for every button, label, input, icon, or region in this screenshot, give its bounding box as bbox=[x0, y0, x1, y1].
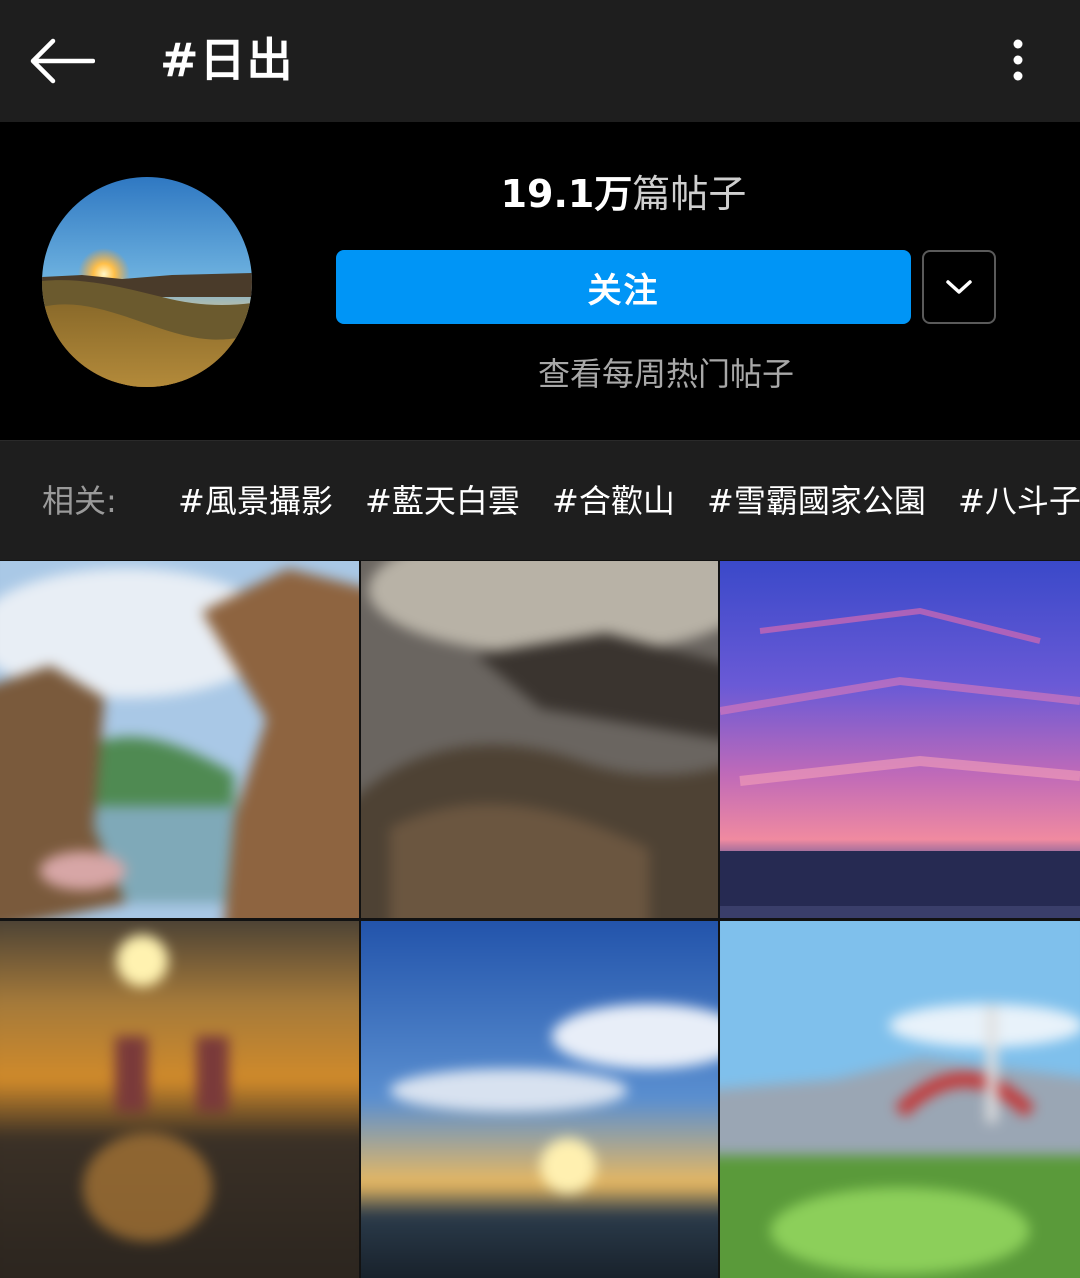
related-label: 相关: bbox=[42, 482, 117, 520]
post-thumbnail[interactable] bbox=[720, 921, 1080, 1278]
post-count-unit: 篇帖子 bbox=[632, 172, 747, 216]
top-bar: #日出 bbox=[0, 0, 1080, 122]
related-tag[interactable]: #風景攝影 bbox=[178, 477, 333, 525]
follow-options-button[interactable] bbox=[922, 250, 996, 324]
page-title: #日出 bbox=[160, 33, 294, 87]
post-count-value: 19.1万 bbox=[500, 172, 633, 216]
post-thumbnail[interactable] bbox=[0, 921, 359, 1278]
post-count: 19.1万篇帖子 bbox=[336, 166, 911, 222]
post-thumbnail[interactable] bbox=[0, 561, 359, 918]
post-thumbnail[interactable] bbox=[361, 921, 718, 1278]
related-tag[interactable]: #藍天白雲 bbox=[365, 477, 520, 525]
related-tags-bar: 相关: #風景攝影 #藍天白雲 #合歡山 #雪霸國家公園 #八斗子 bbox=[0, 440, 1080, 560]
follow-button[interactable]: 关注 bbox=[336, 250, 911, 324]
weekly-top-posts-link[interactable]: 查看每周热门帖子 bbox=[336, 350, 996, 398]
chevron-down-icon bbox=[946, 280, 972, 294]
post-thumbnail[interactable] bbox=[361, 561, 718, 918]
related-tag[interactable]: #雪霸國家公園 bbox=[707, 477, 926, 525]
arrow-left-icon bbox=[30, 38, 95, 84]
more-options-button[interactable] bbox=[996, 28, 1040, 92]
post-grid bbox=[0, 561, 1080, 1278]
related-tag[interactable]: #合歡山 bbox=[552, 477, 675, 525]
related-tag[interactable]: #八斗子 bbox=[958, 477, 1080, 525]
hashtag-header: 19.1万篇帖子 关注 查看每周热门帖子 bbox=[0, 122, 1080, 440]
post-thumbnail[interactable] bbox=[720, 561, 1080, 918]
more-vertical-icon bbox=[1013, 39, 1023, 81]
hashtag-avatar bbox=[42, 177, 252, 387]
back-button[interactable] bbox=[22, 26, 102, 96]
